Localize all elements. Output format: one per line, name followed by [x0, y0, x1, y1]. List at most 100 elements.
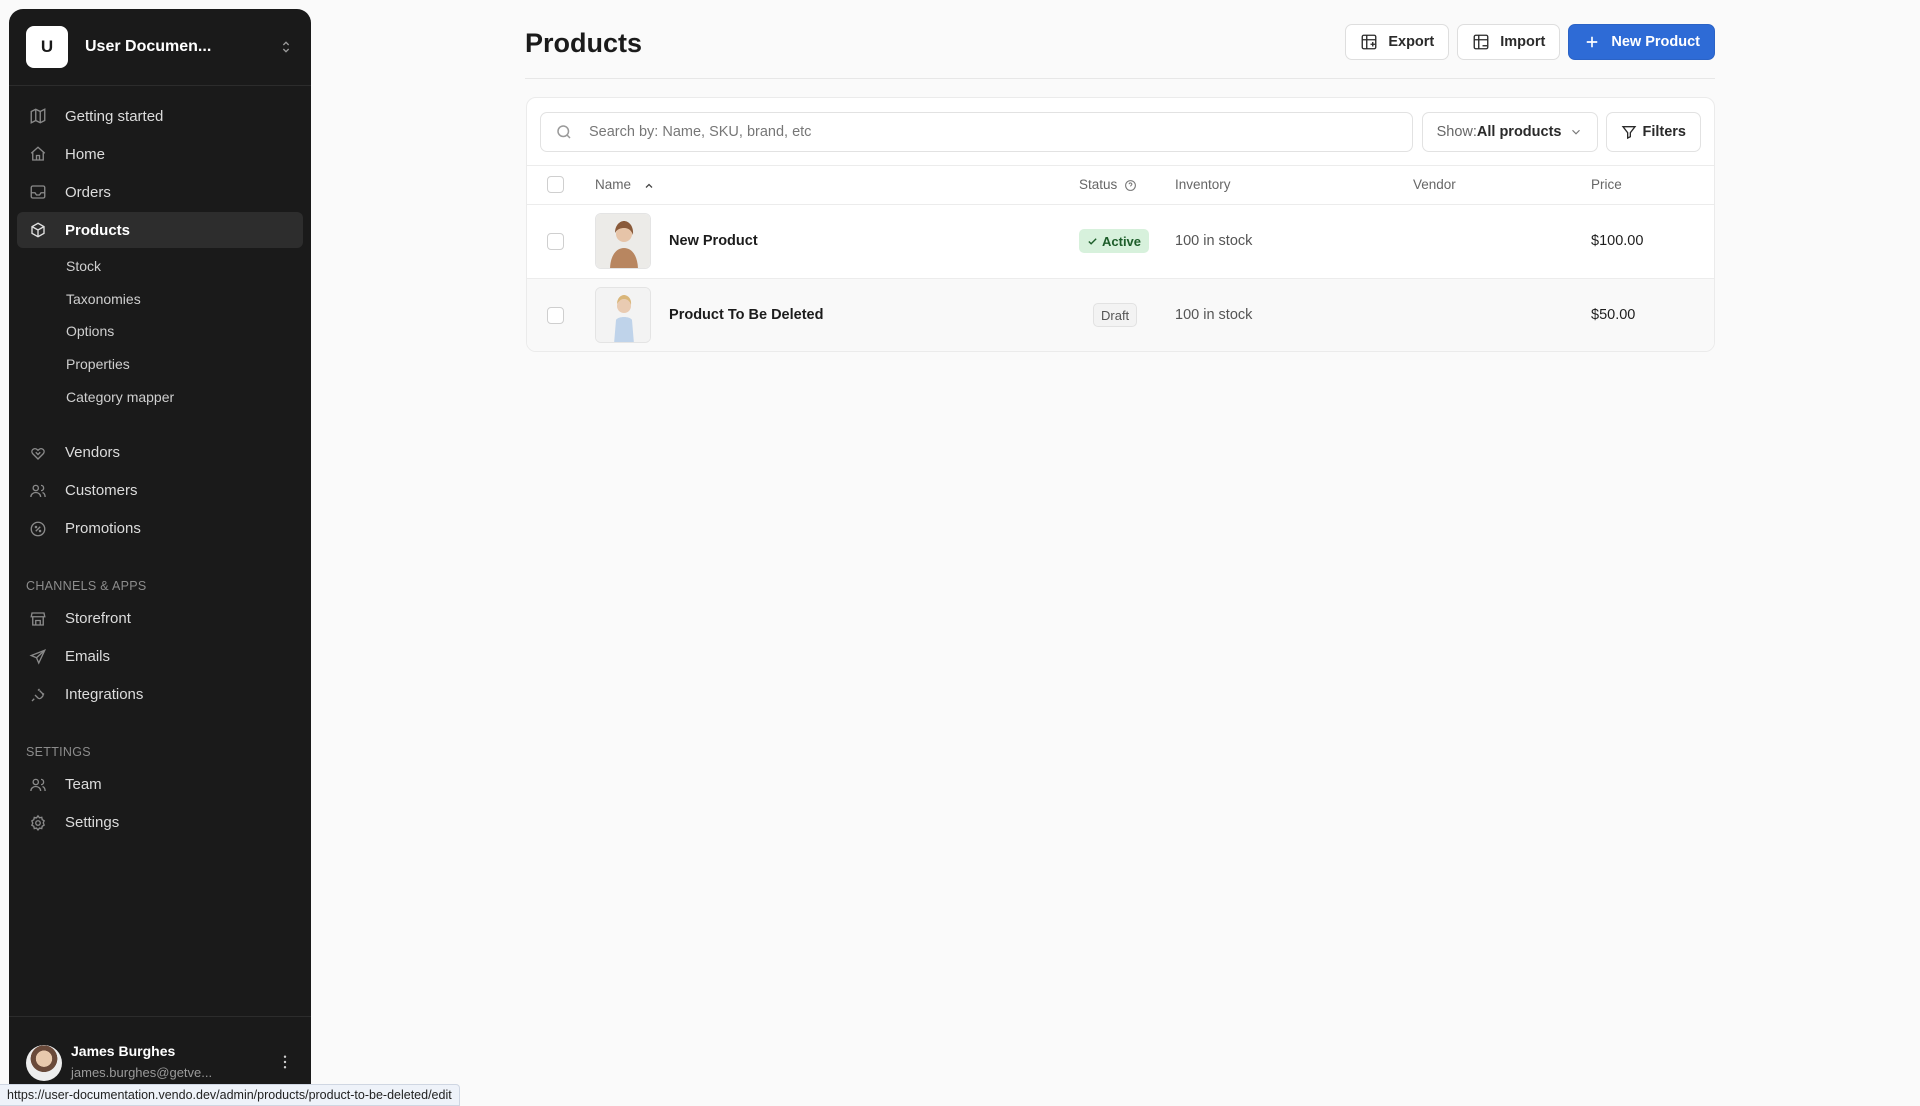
sidebar-item-team[interactable]: Team	[17, 767, 303, 803]
row-checkbox[interactable]	[547, 306, 564, 324]
sidebar-item-orders[interactable]: Orders	[17, 174, 303, 210]
show-filter-select[interactable]: Show: All products	[1421, 111, 1599, 152]
sidebar-item-emails[interactable]: Emails	[17, 639, 303, 675]
product-name[interactable]: Product To Be Deleted	[669, 307, 823, 323]
more-vertical-icon[interactable]	[276, 1053, 294, 1071]
sidebar-item-products[interactable]: Products	[17, 212, 303, 248]
section-label-channels: CHANNELS & APPS	[26, 578, 147, 593]
chevron-down-icon	[1572, 129, 1581, 135]
sidebar-subitem-options[interactable]: Options	[9, 315, 311, 348]
sidebar-item-promotions[interactable]: Promotions	[17, 511, 303, 547]
table-row[interactable]: New Product Active 100 in stock $100.00	[527, 204, 1714, 279]
gear-icon	[30, 814, 45, 832]
sidebar-item-getting-started[interactable]: Getting started	[17, 98, 303, 134]
sidebar: U User Documen... Getting started Home O…	[9, 9, 311, 1106]
column-header-name[interactable]: Name	[595, 166, 1079, 205]
team-icon	[30, 778, 46, 792]
price-cell: $100.00	[1591, 204, 1714, 279]
column-header-vendor: Vendor	[1413, 166, 1591, 205]
product-image-icon	[596, 214, 650, 268]
user-name: James Burghes	[71, 1043, 176, 1059]
product-thumbnail	[595, 213, 651, 269]
page-title: Products	[525, 28, 643, 58]
sidebar-item-settings[interactable]: Settings	[17, 805, 303, 841]
export-button[interactable]: Export	[1345, 24, 1450, 60]
vendor-cell	[1413, 278, 1591, 351]
status-badge: Draft	[1093, 303, 1138, 327]
send-icon	[29, 648, 47, 665]
sidebar-item-integrations[interactable]: Integrations	[17, 677, 303, 713]
price-cell: $50.00	[1591, 278, 1714, 351]
product-image-icon	[596, 288, 650, 342]
workspace-name: User Documen...	[85, 38, 212, 55]
products-card: Show:All products Filters Name Status In…	[526, 97, 1715, 352]
table-import-icon	[1473, 34, 1489, 50]
section-label-settings: SETTINGS	[26, 744, 91, 759]
users-icon	[30, 484, 46, 498]
row-checkbox[interactable]	[547, 232, 564, 250]
status-label: Active	[1102, 233, 1142, 249]
map-icon	[30, 108, 46, 124]
sidebar-item-home[interactable]: Home	[17, 136, 303, 172]
sidebar-item-label: Promotions	[65, 520, 141, 538]
box-icon	[31, 222, 45, 238]
table-export-icon	[1361, 34, 1377, 50]
show-value: All products	[1476, 123, 1562, 140]
import-label: Import	[1500, 34, 1546, 50]
column-name-label: Name	[595, 177, 632, 193]
sidebar-item-label: Storefront	[65, 610, 131, 628]
sidebar-subitem-category-mapper[interactable]: Category mapper	[9, 380, 311, 413]
product-thumbnail	[595, 287, 651, 343]
handshake-icon	[31, 447, 45, 460]
inventory-cell: 100 in stock	[1175, 278, 1413, 351]
new-product-button[interactable]: New Product	[1568, 24, 1715, 60]
import-button[interactable]: Import	[1457, 24, 1561, 60]
home-icon	[30, 146, 46, 161]
export-label: Export	[1388, 34, 1435, 50]
page-header: Products Export Import New Product	[525, 24, 1715, 79]
sidebar-item-label: Team	[65, 776, 102, 794]
sidebar-subitem-stock[interactable]: Stock	[9, 250, 311, 283]
vendor-cell	[1413, 204, 1591, 279]
avatar	[26, 1045, 62, 1081]
sidebar-item-label: Customers	[65, 482, 138, 500]
filters-label: Filters	[1642, 123, 1686, 140]
sidebar-subitem-properties[interactable]: Properties	[9, 348, 311, 381]
select-all-checkbox[interactable]	[547, 176, 564, 194]
sidebar-item-label: Emails	[65, 648, 111, 666]
search-input[interactable]	[589, 123, 1360, 140]
discount-icon	[30, 521, 46, 537]
table-row[interactable]: Product To Be Deleted Draft 100 in stock…	[527, 278, 1714, 351]
user-email: james.burghes@getve...	[71, 1065, 213, 1080]
sidebar-item-label: Orders	[65, 183, 111, 201]
link-preview-url: https://user-documentation.vendo.dev/adm…	[0, 1084, 460, 1106]
inventory-cell: 100 in stock	[1175, 204, 1413, 279]
sidebar-item-label: Vendors	[65, 444, 121, 462]
new-product-label: New Product	[1611, 34, 1700, 50]
sidebar-subitem-taxonomies[interactable]: Taxonomies	[9, 283, 311, 316]
sidebar-item-label: Home	[65, 145, 106, 163]
search-box[interactable]	[540, 111, 1413, 152]
workspace-logo: U	[26, 26, 68, 68]
column-header-status: Status	[1079, 166, 1175, 205]
chevron-up-down-icon	[282, 41, 290, 53]
sidebar-item-label: Settings	[65, 814, 120, 832]
search-icon	[557, 124, 571, 139]
inbox-icon	[30, 185, 46, 199]
store-icon	[30, 612, 46, 626]
sort-up-icon	[645, 183, 653, 188]
sidebar-item-storefront[interactable]: Storefront	[17, 601, 303, 637]
sidebar-item-label: Products	[65, 221, 131, 239]
sidebar-item-label: Getting started	[65, 107, 164, 125]
workspace-switcher[interactable]: U User Documen...	[9, 9, 311, 86]
plug-icon	[31, 688, 45, 702]
filter-icon	[1622, 125, 1637, 139]
sidebar-item-vendors[interactable]: Vendors	[17, 435, 303, 471]
products-table: Name Status Inventory Vendor Price New P…	[527, 166, 1714, 351]
sidebar-item-label: Integrations	[65, 686, 144, 704]
help-circle-icon[interactable]	[1124, 179, 1137, 192]
sidebar-item-customers[interactable]: Customers	[17, 473, 303, 509]
column-status-label: Status	[1079, 177, 1118, 193]
filters-button[interactable]: Filters	[1606, 111, 1701, 152]
product-name[interactable]: New Product	[669, 233, 758, 249]
